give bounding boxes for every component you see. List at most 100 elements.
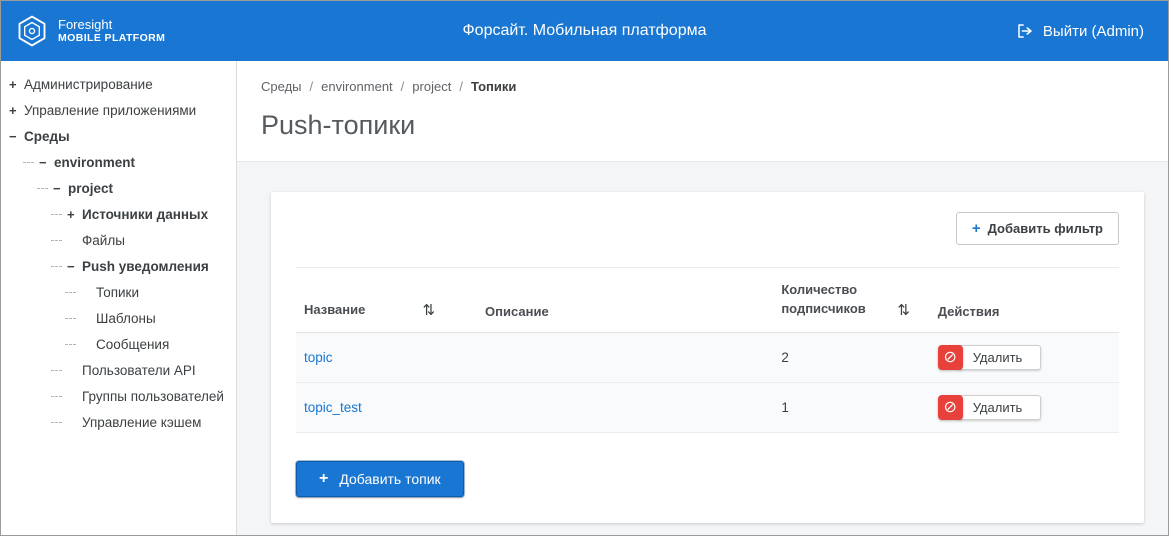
logo-text: Foresight MOBILE PLATFORM bbox=[58, 18, 165, 45]
breadcrumb-separator: / bbox=[459, 79, 463, 94]
sidebar-tree-item[interactable]: + Администрирование bbox=[1, 71, 236, 97]
table-row: topic_test 1 ⊘ Удалить bbox=[296, 382, 1119, 432]
logout-icon bbox=[1016, 22, 1034, 40]
tree-connector bbox=[65, 344, 76, 345]
tree-connector bbox=[51, 422, 62, 423]
sidebar-tree: + Администрирование + Управление приложе… bbox=[1, 71, 236, 435]
sidebar-item-label: Среды bbox=[24, 129, 70, 144]
add-topic-label: Добавить топик bbox=[339, 471, 440, 487]
add-filter-button[interactable]: + Добавить фильтр bbox=[956, 212, 1119, 245]
app-window: Foresight MOBILE PLATFORM Форсайт. Мобил… bbox=[0, 0, 1169, 536]
main-content: Среды / environment / project / bbox=[237, 61, 1168, 535]
sidebar-tree-item[interactable]: Управление кэшем bbox=[1, 409, 236, 435]
breadcrumb-item[interactable]: environment bbox=[321, 79, 393, 94]
breadcrumb-separator: / bbox=[401, 79, 405, 94]
breadcrumb-item[interactable]: Топики bbox=[471, 79, 516, 94]
tree-expander-icon[interactable]: + bbox=[9, 77, 24, 92]
sidebar-tree-item[interactable]: − Push уведомления bbox=[1, 253, 236, 279]
topic-link[interactable]: topic bbox=[304, 350, 333, 365]
sidebar-item-label: Источники данных bbox=[82, 207, 208, 222]
column-header-name[interactable]: Название bbox=[304, 302, 365, 317]
tree-connector bbox=[51, 214, 62, 215]
tree-expander-icon[interactable]: − bbox=[53, 181, 68, 196]
topic-link[interactable]: topic_test bbox=[304, 400, 362, 415]
breadcrumb-item[interactable]: project bbox=[412, 79, 451, 94]
card-toolbar: + Добавить фильтр bbox=[296, 212, 1119, 245]
breadcrumb-segment: Среды / bbox=[261, 79, 321, 94]
sidebar-item-label: Шаблоны bbox=[96, 311, 156, 326]
breadcrumb-segment: Топики / bbox=[471, 79, 516, 94]
breadcrumb: Среды / environment / project / bbox=[261, 79, 1144, 94]
tree-connector bbox=[51, 240, 62, 241]
tree-connector bbox=[51, 396, 62, 397]
table-body: topic 2 ⊘ Удалить bbox=[296, 332, 1119, 432]
tree-expander-icon[interactable]: − bbox=[9, 129, 24, 144]
page-topbar: Среды / environment / project / bbox=[237, 61, 1168, 162]
plus-icon: + bbox=[319, 471, 328, 487]
sidebar-tree-item[interactable]: Топики bbox=[1, 279, 236, 305]
plus-icon: + bbox=[972, 221, 981, 236]
column-header-actions: Действия bbox=[938, 304, 1000, 319]
sidebar-item-label: Управление приложениями bbox=[24, 103, 196, 118]
sidebar-item-label: Группы пользователей bbox=[82, 389, 224, 404]
tree-expander-icon[interactable]: − bbox=[67, 259, 82, 274]
sidebar-tree-item[interactable]: + Источники данных bbox=[1, 201, 236, 227]
sidebar: + Администрирование + Управление приложе… bbox=[1, 61, 237, 535]
topic-subscribers: 1 bbox=[773, 382, 929, 432]
logo-icon bbox=[15, 14, 49, 48]
delete-button-label: Удалить bbox=[958, 395, 1042, 420]
sidebar-item-label: Push уведомления bbox=[82, 259, 209, 274]
table-header-row: Название ⇅ Описание Количество подпи bbox=[296, 268, 1119, 333]
tree-connector bbox=[65, 292, 76, 293]
column-header-subscribers[interactable]: Количество подписчиков bbox=[781, 281, 881, 319]
tree-connector bbox=[23, 162, 34, 163]
sort-icon[interactable]: ⇅ bbox=[897, 301, 910, 319]
sidebar-tree-item[interactable]: Пользователи API bbox=[1, 357, 236, 383]
delete-button[interactable]: ⊘ Удалить bbox=[938, 395, 1042, 420]
delete-button[interactable]: ⊘ Удалить bbox=[938, 345, 1042, 370]
add-filter-label: Добавить фильтр bbox=[988, 221, 1103, 236]
tree-connector bbox=[51, 266, 62, 267]
tree-expander-icon[interactable]: − bbox=[39, 155, 54, 170]
delete-icon: ⊘ bbox=[938, 395, 963, 420]
topic-description bbox=[477, 332, 773, 382]
app-header: Foresight MOBILE PLATFORM Форсайт. Мобил… bbox=[1, 1, 1168, 61]
topics-table: Название ⇅ Описание Количество подпи bbox=[296, 267, 1119, 433]
add-topic-button[interactable]: + Добавить топик bbox=[296, 461, 464, 497]
sidebar-item-label: environment bbox=[54, 155, 135, 170]
breadcrumb-item[interactable]: Среды bbox=[261, 79, 302, 94]
sidebar-item-label: Управление кэшем bbox=[82, 415, 201, 430]
sidebar-tree-item[interactable]: Файлы bbox=[1, 227, 236, 253]
app-title: Форсайт. Мобильная платформа bbox=[463, 22, 707, 40]
sidebar-tree-item[interactable]: − Среды bbox=[1, 123, 236, 149]
tree-expander-icon[interactable]: + bbox=[9, 103, 24, 118]
sidebar-item-label: Файлы bbox=[82, 233, 125, 248]
sidebar-tree-item[interactable]: Сообщения bbox=[1, 331, 236, 357]
sidebar-item-label: Топики bbox=[96, 285, 139, 300]
sort-icon[interactable]: ⇅ bbox=[422, 301, 435, 319]
column-header-description: Описание bbox=[485, 304, 549, 319]
table-row: topic 2 ⊘ Удалить bbox=[296, 332, 1119, 382]
topics-card: + Добавить фильтр Название ⇅ bbox=[271, 192, 1144, 523]
body-layout: + Администрирование + Управление приложе… bbox=[1, 61, 1168, 535]
sidebar-tree-item[interactable]: + Управление приложениями bbox=[1, 97, 236, 123]
logout-label: Выйти (Admin) bbox=[1043, 23, 1144, 40]
logo[interactable]: Foresight MOBILE PLATFORM bbox=[15, 14, 165, 48]
sidebar-tree-item[interactable]: − project bbox=[1, 175, 236, 201]
table-head: Название ⇅ Описание Количество подпи bbox=[296, 268, 1119, 333]
sidebar-tree-item[interactable]: − environment bbox=[1, 149, 236, 175]
page-title: Push-топики bbox=[261, 110, 1144, 141]
sidebar-item-label: Администрирование bbox=[24, 77, 153, 92]
sidebar-item-label: Сообщения bbox=[96, 337, 169, 352]
sidebar-tree-item[interactable]: Шаблоны bbox=[1, 305, 236, 331]
breadcrumb-segment: project / bbox=[412, 79, 471, 94]
tree-connector bbox=[65, 318, 76, 319]
sidebar-tree-item[interactable]: Группы пользователей bbox=[1, 383, 236, 409]
breadcrumb-segment: environment / bbox=[321, 79, 412, 94]
logout-button[interactable]: Выйти (Admin) bbox=[1016, 22, 1144, 40]
breadcrumb-separator: / bbox=[310, 79, 314, 94]
sidebar-item-label: project bbox=[68, 181, 113, 196]
topic-description bbox=[477, 382, 773, 432]
tree-expander-icon[interactable]: + bbox=[67, 207, 82, 222]
tree-connector bbox=[37, 188, 48, 189]
